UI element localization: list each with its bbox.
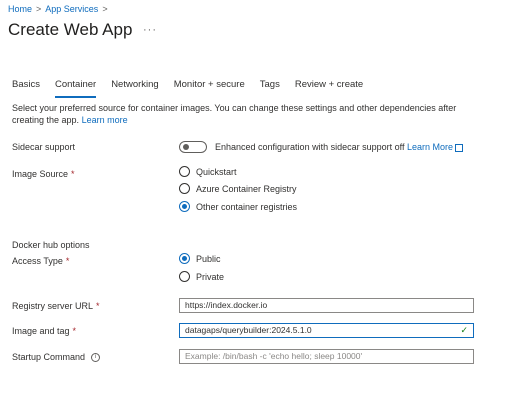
toggle-knob [183, 144, 189, 150]
sidecar-toggle[interactable] [179, 141, 207, 153]
breadcrumb: Home > App Services > [8, 4, 112, 14]
required-marker: * [65, 256, 70, 266]
radio-other-container-registries[interactable]: Other container registries [179, 201, 297, 212]
required-marker: * [72, 326, 77, 336]
image-source-label: Image Source * [12, 169, 75, 179]
radio-button-selected[interactable] [179, 201, 190, 212]
sidecar-label: Sidecar support [12, 142, 76, 152]
radio-label: Public [196, 253, 221, 264]
radio-quickstart[interactable]: Quickstart [179, 166, 237, 177]
radio-button[interactable] [179, 166, 190, 177]
description-text: Select your preferred source for contain… [12, 103, 457, 125]
tab-review-create[interactable]: Review + create [295, 78, 363, 96]
tab-monitor-secure[interactable]: Monitor + secure [174, 78, 245, 96]
image-tag-input[interactable]: datagaps/querybuilder:2024.5.1.0 ✓ [179, 323, 474, 338]
registry-url-value: https://index.docker.io [185, 300, 268, 310]
image-source-label-text: Image Source [12, 169, 69, 179]
radio-label: Quickstart [196, 166, 237, 177]
image-tag-value: datagaps/querybuilder:2024.5.1.0 [185, 325, 312, 335]
sidecar-status-text: Enhanced configuration with sidecar supp… [215, 142, 405, 152]
radio-private[interactable]: Private [179, 271, 224, 282]
registry-url-input[interactable]: https://index.docker.io [179, 298, 474, 313]
breadcrumb-separator: > [102, 4, 108, 14]
radio-button[interactable] [179, 271, 190, 282]
image-tag-label-text: Image and tag [12, 326, 70, 336]
required-marker: * [71, 169, 75, 179]
registry-url-label-text: Registry server URL [12, 301, 94, 311]
sidecar-learn-more-link[interactable]: Learn More [407, 142, 453, 152]
external-link-icon [455, 143, 463, 152]
access-type-label-text: Access Type [12, 256, 63, 266]
radio-azure-container-registry[interactable]: Azure Container Registry [179, 183, 297, 194]
image-tag-label: Image and tag * [12, 326, 76, 336]
radio-label: Private [196, 271, 225, 282]
startup-command-label-text: Startup Command [12, 352, 86, 362]
breadcrumb-separator: > [36, 4, 42, 14]
tab-tags[interactable]: Tags [260, 78, 280, 96]
startup-command-label: Startup Command i [12, 352, 101, 363]
required-marker: * [96, 301, 100, 311]
registry-url-label: Registry server URL * [12, 301, 100, 311]
info-icon[interactable]: i [91, 353, 101, 363]
description: Select your preferred source for contain… [12, 102, 482, 126]
radio-public[interactable]: Public [179, 253, 221, 264]
radio-button-selected[interactable] [179, 253, 190, 264]
radio-label: Azure Container Registry [196, 183, 297, 194]
radio-button[interactable] [179, 183, 190, 194]
startup-command-input[interactable]: Example: /bin/bash -c 'echo hello; sleep… [179, 349, 474, 364]
tab-bar: Basics Container Networking Monitor + se… [12, 78, 378, 98]
breadcrumb-app-services[interactable]: App Services [45, 4, 98, 14]
more-icon[interactable]: ··· [143, 24, 157, 36]
section-title: Docker hub options [12, 240, 90, 250]
tab-container[interactable]: Container [54, 78, 97, 98]
radio-label: Other container registries [196, 201, 298, 212]
startup-command-placeholder: Example: /bin/bash -c 'echo hello; sleep… [185, 351, 363, 361]
page-title: Create Web App [8, 20, 133, 39]
tab-basics[interactable]: Basics [12, 78, 40, 96]
sidecar-status: Enhanced configuration with sidecar supp… [215, 142, 463, 152]
checkmark-icon: ✓ [460, 325, 468, 335]
access-type-label: Access Type * [12, 256, 69, 266]
tab-networking[interactable]: Networking [111, 78, 159, 96]
learn-more-link[interactable]: Learn more [82, 115, 128, 125]
breadcrumb-home[interactable]: Home [8, 4, 32, 14]
